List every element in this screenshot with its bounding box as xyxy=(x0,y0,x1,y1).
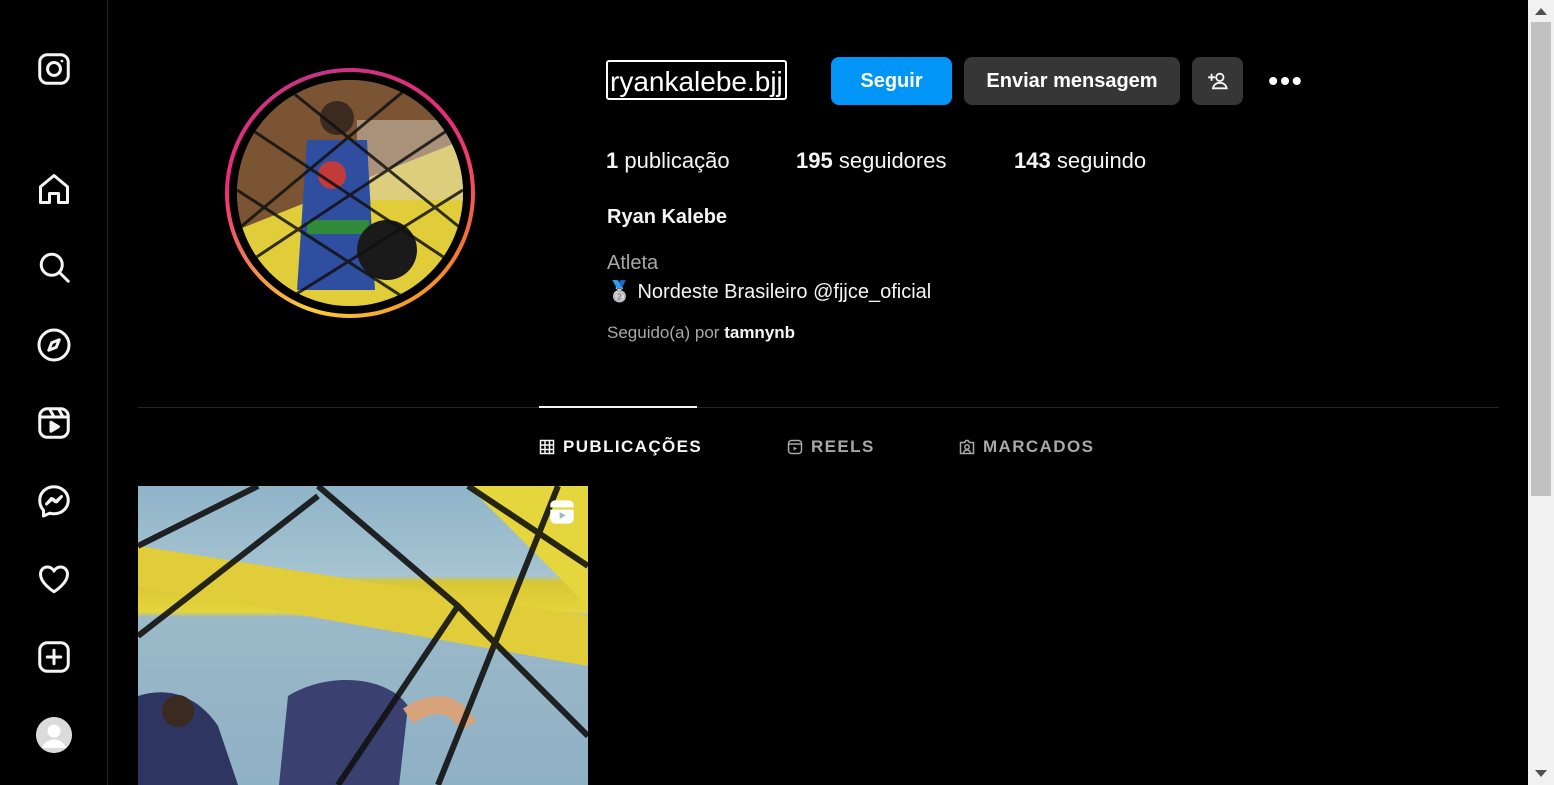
followers-count-value: 195 xyxy=(796,148,833,173)
posts-count-value: 1 xyxy=(606,148,619,173)
tab-reels[interactable]: REELS xyxy=(787,436,875,458)
explore-icon[interactable] xyxy=(34,325,74,365)
tagged-icon xyxy=(959,439,975,455)
profile-avatar-icon[interactable] xyxy=(36,717,72,753)
suggest-people-button[interactable] xyxy=(1192,57,1243,105)
messenger-icon[interactable] xyxy=(34,481,74,521)
profile-bio-text: Nordeste Brasileiro @fjjce_oficial xyxy=(637,281,932,303)
post-thumbnail-illustration xyxy=(138,486,588,785)
post-thumbnail[interactable] xyxy=(138,486,588,785)
add-person-icon xyxy=(1207,72,1228,90)
followers-count[interactable]: 195 seguidores xyxy=(796,148,946,174)
tab-label: MARCADOS xyxy=(983,437,1095,456)
tab-publicacoes[interactable]: PUBLICAÇÕES xyxy=(539,436,702,458)
following-count-value: 143 xyxy=(1014,148,1051,173)
followed-by-prefix: Seguido(a) por xyxy=(607,323,720,342)
profile-bio: 🥈 Nordeste Brasileiro @fjjce_oficial xyxy=(607,279,931,304)
followed-by-user[interactable]: tamnynb xyxy=(724,323,795,342)
more-options-button[interactable]: ••• xyxy=(1263,57,1309,105)
profile-picture-frame xyxy=(229,72,471,314)
heart-icon[interactable] xyxy=(34,559,74,599)
page-scrollbar[interactable] xyxy=(1528,0,1554,785)
scroll-up-arrow-icon[interactable] xyxy=(1535,8,1547,15)
reel-badge-icon xyxy=(550,500,574,524)
profile-full-name: Ryan Kalebe xyxy=(607,206,728,228)
tab-label: REELS xyxy=(811,437,875,456)
active-tab-indicator xyxy=(539,406,697,408)
profile-page: ryankalebe.bjj Seguir Enviar mensagem ••… xyxy=(108,0,1528,785)
grid-icon xyxy=(539,439,555,455)
tab-marcados[interactable]: MARCADOS xyxy=(959,436,1094,458)
medal-emoji: 🥈 xyxy=(607,281,632,303)
sidebar-nav xyxy=(0,0,108,785)
follow-button[interactable]: Seguir xyxy=(831,57,952,105)
followers-count-label: seguidores xyxy=(838,148,947,173)
instagram-logo-icon[interactable] xyxy=(34,49,74,89)
tabs-divider xyxy=(138,407,1499,408)
send-message-button[interactable]: Enviar mensagem xyxy=(964,57,1180,105)
profile-picture xyxy=(237,80,463,306)
profile-photo-illustration xyxy=(237,80,463,306)
followed-by[interactable]: Seguido(a) por tamnynb xyxy=(607,323,795,343)
story-ring[interactable] xyxy=(225,68,475,318)
reels-icon[interactable] xyxy=(34,403,74,443)
scrollbar-thumb[interactable] xyxy=(1531,22,1551,496)
profile-category: Atleta xyxy=(607,252,659,274)
reels-tab-icon xyxy=(787,439,803,455)
scroll-down-arrow-icon[interactable] xyxy=(1535,770,1547,777)
search-icon[interactable] xyxy=(34,247,74,287)
profile-username: ryankalebe.bjj xyxy=(606,60,787,100)
posts-count[interactable]: 1 publicação xyxy=(606,148,730,174)
following-count-label: seguindo xyxy=(1056,148,1147,173)
following-count[interactable]: 143 seguindo xyxy=(1014,148,1146,174)
tab-label: PUBLICAÇÕES xyxy=(563,437,703,456)
create-post-icon[interactable] xyxy=(34,637,74,677)
posts-count-label: publicação xyxy=(624,148,730,173)
home-icon[interactable] xyxy=(34,169,74,209)
